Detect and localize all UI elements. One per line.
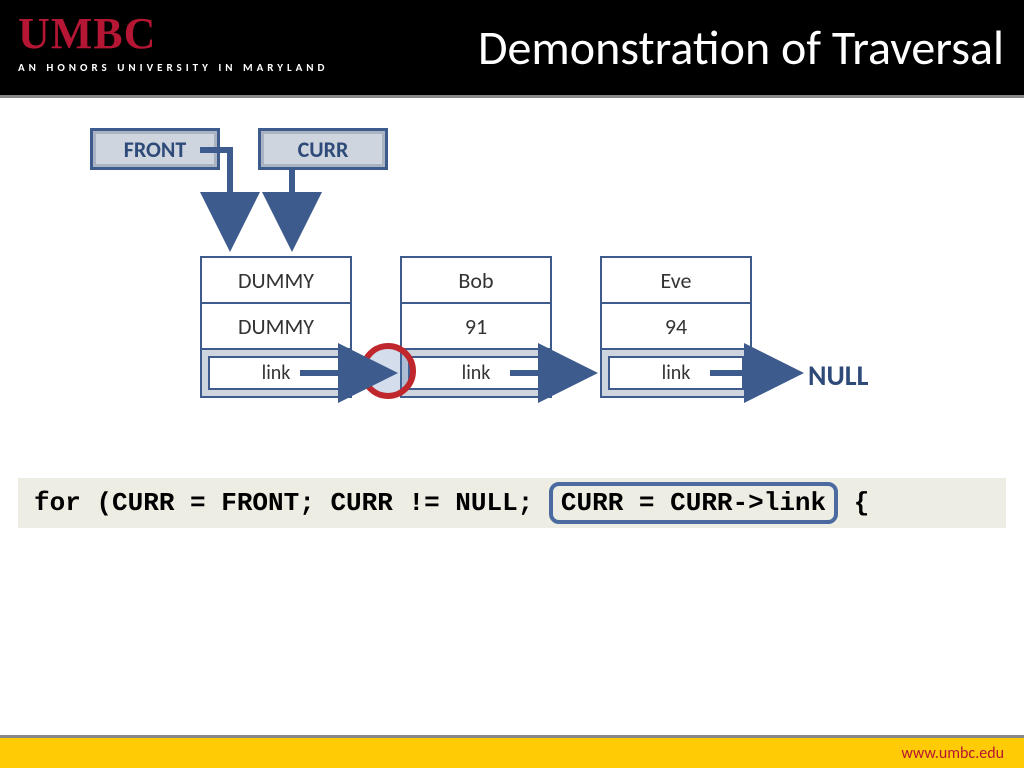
highlight-ring-icon [360, 343, 416, 399]
arrow-layer [0, 98, 1024, 710]
node-bob: Bob 91 link [400, 256, 552, 398]
footer-url: www.umbc.edu [901, 744, 1004, 763]
node-link-cell: link [402, 350, 550, 396]
node-value: 94 [602, 304, 750, 350]
node-name: Eve [602, 258, 750, 304]
code-post: { [854, 488, 870, 518]
node-link-label: link [462, 361, 491, 385]
slide-title: Demonstration of Traversal [478, 18, 1004, 77]
node-name: Bob [402, 258, 550, 304]
logo-text: UMBC [18, 8, 328, 59]
node-name: DUMMY [202, 258, 350, 304]
front-pointer-label: FRONT [124, 136, 187, 163]
front-pointer-box: FRONT [90, 128, 220, 170]
node-link-label: link [662, 361, 691, 385]
curr-pointer-box: CURR [258, 128, 388, 170]
code-block: for (CURR = FRONT; CURR != NULL; CURR = … [18, 478, 1006, 528]
node-value: 91 [402, 304, 550, 350]
code-highlight: CURR = CURR->link [549, 482, 838, 524]
curr-pointer-label: CURR [298, 136, 349, 163]
node-eve: Eve 94 link [600, 256, 752, 398]
null-label: NULL [808, 358, 868, 393]
slide-footer: www.umbc.edu [0, 738, 1024, 768]
node-dummy: DUMMY DUMMY link [200, 256, 352, 398]
logo-subtitle: AN HONORS UNIVERSITY IN MARYLAND [18, 61, 328, 74]
logo: UMBC AN HONORS UNIVERSITY IN MARYLAND [18, 8, 328, 74]
node-link-cell: link [202, 350, 350, 396]
node-value: DUMMY [202, 304, 350, 350]
diagram-stage: FRONT CURR DUMMY DUMMY link Bob 91 link … [0, 98, 1024, 710]
code-pre: for (CURR = FRONT; CURR != NULL; [34, 488, 533, 518]
node-link-cell: link [602, 350, 750, 396]
node-link-label: link [262, 361, 291, 385]
slide-header: UMBC AN HONORS UNIVERSITY IN MARYLAND De… [0, 0, 1024, 98]
